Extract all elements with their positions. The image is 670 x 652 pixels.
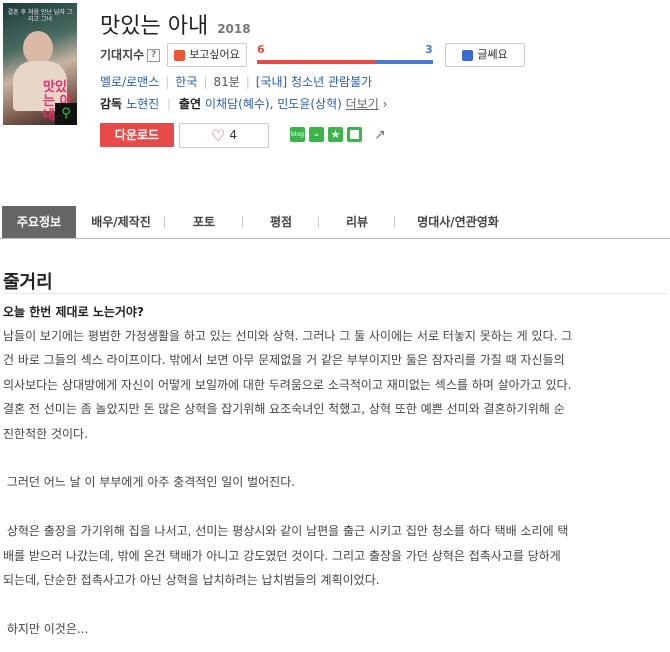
heart-button[interactable]: ♡ 4 xyxy=(179,123,269,148)
more-link[interactable]: 더보기 xyxy=(346,97,379,111)
runtime: 81분 xyxy=(213,75,240,89)
chevron-right-icon: › xyxy=(382,97,388,111)
movie-meta: 멜로/로맨스 | 한국 | 81분 | [국내] 청소년 관람불가 xyxy=(100,75,373,89)
thumbs-up-icon xyxy=(174,49,186,61)
genre-link[interactable]: 멜로/로맨스 xyxy=(100,75,159,89)
country-link[interactable]: 한국 xyxy=(175,75,197,89)
thumbs-down-icon xyxy=(462,49,474,61)
movie-year: 2018 xyxy=(217,22,251,36)
dislike-count: 3 xyxy=(425,43,433,56)
synopsis-line: 의사보다는 상대방에게 자신이 어떻게 보일까에 대한 두려움으로 소극적이고 … xyxy=(3,377,572,392)
tab-rating[interactable]: 평점 xyxy=(246,206,316,238)
tab-quotes-related[interactable]: 명대사/연관영화 xyxy=(398,206,518,238)
share-icon[interactable]: ↗ xyxy=(374,127,386,143)
synopsis-line: 그러던 어느 날 이 부부에게 아주 충격적인 일이 벌어진다. xyxy=(3,475,296,490)
heart-icon: ♡ xyxy=(211,126,226,145)
cast-link-2[interactable]: 민도윤(상혁) xyxy=(277,97,342,111)
expectation-bar-fill xyxy=(257,60,375,64)
synopsis-line: 결혼 전 선미는 좀 놀았지만 돈 많은 상혁을 잡기위해 요조숙녀인 척했고,… xyxy=(3,402,565,417)
star-share-icon[interactable]: ★ xyxy=(328,127,343,142)
movie-title-row: 맛있는 아내 2018 xyxy=(100,8,251,40)
synopsis-subtitle: 오늘 한번 제대로 노는거야? xyxy=(3,305,144,319)
divider xyxy=(3,293,667,294)
search-icon[interactable]: ⚲ xyxy=(55,103,77,125)
tab-cast-crew[interactable]: 배우/제작진 xyxy=(80,206,162,238)
box-share-icon[interactable] xyxy=(347,127,362,142)
synopsis-line: 하지만 이것은... xyxy=(3,621,89,636)
synopsis-line: 건 바로 그들의 섹스 라이프이다. 밖에서 보면 아무 문제없을 거 같은 부… xyxy=(3,353,565,368)
heart-count: 4 xyxy=(229,128,237,142)
tab-photo[interactable]: 포토 xyxy=(168,206,240,238)
synopsis-line: 진한척한 것이다. xyxy=(3,426,88,441)
synopsis-line: 되는데, 단순한 접촉사고가 아닌 상혁을 납치하려는 납치범들의 계획이었다. xyxy=(3,573,380,587)
like-button[interactable]: 보고싶어요 xyxy=(167,43,247,67)
dislike-label: 글쎄요 xyxy=(477,48,508,61)
synopsis-line: 남들이 보기에는 평범한 가정생활을 하고 있는 선미와 상혁. 그러나 그 둘… xyxy=(3,329,573,343)
movie-poster[interactable]: 결혼 후 처음 만난 남자 그리고 그녀 맛있는 아내 ⚲ xyxy=(3,3,77,125)
like-label: 보고싶어요 xyxy=(189,48,240,61)
share-row: blog ☕ ★ ↗ xyxy=(290,124,386,143)
dislike-button[interactable]: 글쎄요 xyxy=(445,43,525,67)
crew-row: 감독 노현진 | 출연 이채담(혜수), 민도윤(상혁) 더보기 › xyxy=(100,97,388,111)
rating-link[interactable]: [국내] 청소년 관람불가 xyxy=(256,75,372,89)
cafe-share-icon[interactable]: ☕ xyxy=(309,127,324,142)
expectation-bar xyxy=(257,60,433,64)
cast-link-1[interactable]: 이채담(혜수) xyxy=(205,97,270,111)
like-count: 6 xyxy=(257,43,265,56)
expectation-label-row: 기대지수? xyxy=(100,46,161,63)
poster-caption: 결혼 후 처음 만난 남자 그리고 그녀 xyxy=(7,9,73,23)
download-button[interactable]: 다운로드 xyxy=(100,123,174,147)
cast-label: 출연 xyxy=(178,97,202,111)
help-icon[interactable]: ? xyxy=(147,49,161,62)
synopsis-line: 상혁은 출장을 가기위해 집을 나서고, 선미는 평상시와 같이 남편을 출근 … xyxy=(3,524,569,539)
blog-share-icon[interactable]: blog xyxy=(290,127,305,142)
synopsis-line: 배를 받으러 나갔는데, 밖에 온건 택배가 아니고 강도였던 것이다. 그리고… xyxy=(3,548,561,563)
movie-title: 맛있는 아내 xyxy=(100,14,209,39)
poster-face xyxy=(23,31,53,65)
tab-bar: 주요정보 배우/제작진 포토 평점 리뷰 명대사/연관영화 xyxy=(0,206,670,239)
expectation-label: 기대지수 xyxy=(100,48,145,62)
tab-main-info[interactable]: 주요정보 xyxy=(2,206,76,238)
tab-review[interactable]: 리뷰 xyxy=(322,206,392,238)
synopsis-heading: 줄거리 xyxy=(3,272,53,293)
director-link[interactable]: 노현진 xyxy=(126,97,159,111)
director-label: 감독 xyxy=(100,97,123,111)
